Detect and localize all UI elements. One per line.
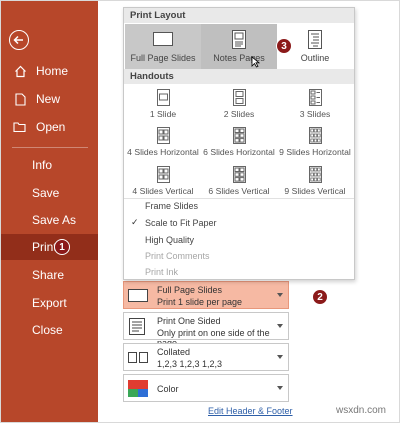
- chevron-down-icon: [277, 355, 283, 359]
- sidebar-item-open[interactable]: Open: [0, 114, 98, 140]
- handout-6-slides-vertical[interactable]: 6 Slides Vertical: [201, 165, 277, 199]
- full-page-slide-icon: [127, 286, 149, 305]
- new-document-icon: [13, 92, 27, 106]
- handout-4-slides-vertical[interactable]: 4 Slides Vertical: [125, 165, 201, 199]
- sidebar-item-label: Home: [36, 64, 69, 78]
- handout-label: 1 Slide: [149, 109, 177, 119]
- four-slides-vertical-icon: [156, 165, 170, 183]
- sidebar-item-label: Open: [36, 120, 66, 134]
- collation-select[interactable]: Collated 1,2,3 1,2,3 1,2,3: [123, 343, 289, 371]
- backstage-sidebar: Home New Open Info Save Save As Print Sh…: [0, 0, 98, 423]
- select-value: Collated: [157, 347, 191, 357]
- sidebar-item-label: Save As: [32, 213, 77, 227]
- sidebar-item-print[interactable]: Print: [0, 234, 98, 260]
- mouse-cursor-icon: [251, 56, 260, 68]
- handout-label: 6 Slides Vertical: [208, 186, 270, 196]
- select-value: Color: [157, 384, 179, 394]
- option-frame-slides[interactable]: Frame Slides: [145, 201, 198, 211]
- select-description: Print 1 slide per page: [157, 297, 243, 307]
- six-slides-vertical-icon: [232, 165, 246, 183]
- chevron-down-icon: [277, 293, 283, 297]
- handout-label: 4 Slides Horizontal: [127, 147, 199, 157]
- handout-2-slides[interactable]: 2 Slides: [201, 88, 277, 122]
- sidebar-item-label: New: [36, 92, 61, 106]
- layout-option-label: Outline: [300, 53, 330, 63]
- layout-notes-pages[interactable]: Notes Pages: [201, 24, 277, 70]
- handout-1-slide[interactable]: 1 Slide: [125, 88, 201, 122]
- three-slides-icon: [308, 88, 322, 106]
- sidebar-item-save-as[interactable]: Save As: [0, 207, 98, 233]
- check-icon: ✓: [131, 217, 139, 227]
- notes-pages-icon: [232, 29, 246, 49]
- sidebar-item-share[interactable]: Share: [0, 262, 98, 288]
- outline-icon: [308, 29, 322, 49]
- full-page-slide-icon: [153, 29, 173, 49]
- color-select[interactable]: Color: [123, 374, 289, 402]
- handouts-header: Handouts: [124, 69, 354, 84]
- chevron-down-icon: [277, 324, 283, 328]
- sidebar-item-label: Info: [32, 158, 53, 172]
- handout-label: 9 Slides Horizontal: [279, 147, 351, 157]
- handout-label: 6 Slides Horizontal: [203, 147, 275, 157]
- back-arrow-icon: [13, 35, 23, 45]
- handout-9-slides-vertical[interactable]: 9 Slides Vertical: [277, 165, 353, 199]
- back-button[interactable]: [9, 30, 29, 50]
- edit-header-footer-link[interactable]: Edit Header & Footer: [208, 406, 293, 416]
- sidebar-item-home[interactable]: Home: [0, 58, 98, 84]
- handout-label: 4 Slides Vertical: [132, 186, 194, 196]
- two-slides-icon: [232, 88, 246, 106]
- sidebar-item-info[interactable]: Info: [0, 152, 98, 178]
- callout-badge: 1: [54, 239, 70, 255]
- print-layout-header: Print Layout: [124, 8, 354, 23]
- select-description: 1,2,3 1,2,3 1,2,3: [157, 359, 223, 369]
- nine-slides-horizontal-icon: [308, 126, 322, 144]
- color-swatch-icon: [127, 379, 149, 398]
- four-slides-horizontal-icon: [156, 126, 170, 144]
- collated-icon: [127, 348, 149, 367]
- print-layout-dropdown: Print Layout Full Page Slides Notes Page…: [123, 7, 355, 280]
- sidebar-item-label: Close: [32, 323, 63, 337]
- layout-option-label: Full Page Slides: [130, 53, 196, 63]
- sidebar-item-label: Share: [32, 268, 65, 282]
- one-sided-page-icon: [127, 317, 149, 336]
- handout-label: 9 Slides Vertical: [284, 186, 346, 196]
- handout-label: 3 Slides: [299, 109, 331, 119]
- sidebar-item-save[interactable]: Save: [0, 180, 98, 206]
- sidebar-item-label: Export: [32, 296, 67, 310]
- handout-3-slides[interactable]: 3 Slides: [277, 88, 353, 122]
- nine-slides-vertical-icon: [308, 165, 322, 183]
- layout-full-page-slides[interactable]: Full Page Slides: [125, 24, 201, 70]
- callout-badge: 3: [276, 38, 292, 54]
- select-value: Print One Sided: [157, 316, 221, 326]
- option-high-quality[interactable]: High Quality: [145, 235, 194, 245]
- print-sides-select[interactable]: Print One Sided Only print on one side o…: [123, 312, 289, 348]
- sidebar-item-label: Print: [32, 240, 57, 254]
- sidebar-separator: [12, 147, 88, 148]
- folder-open-icon: [13, 120, 27, 134]
- sidebar-item-export[interactable]: Export: [0, 290, 98, 316]
- one-slide-icon: [156, 88, 170, 106]
- chevron-down-icon: [277, 386, 283, 390]
- slides-layout-select[interactable]: Full Page Slides Print 1 slide per page: [123, 281, 289, 309]
- handout-9-slides-horizontal[interactable]: 9 Slides Horizontal: [277, 126, 353, 160]
- handout-4-slides-horizontal[interactable]: 4 Slides Horizontal: [125, 126, 201, 160]
- six-slides-horizontal-icon: [232, 126, 246, 144]
- callout-badge: 2: [312, 289, 328, 305]
- options-separator: [124, 198, 354, 199]
- sidebar-item-label: Save: [32, 186, 60, 200]
- handout-6-slides-horizontal[interactable]: 6 Slides Horizontal: [201, 126, 277, 160]
- option-scale-to-fit-paper[interactable]: Scale to Fit Paper: [145, 218, 217, 228]
- home-icon: [13, 64, 27, 78]
- sidebar-item-close[interactable]: Close: [0, 317, 98, 343]
- watermark: wsxdn.com: [335, 405, 386, 416]
- sidebar-item-new[interactable]: New: [0, 86, 98, 112]
- option-print-comments: Print Comments: [145, 251, 210, 261]
- handout-label: 2 Slides: [223, 109, 255, 119]
- option-print-ink: Print Ink: [145, 267, 179, 277]
- select-value: Full Page Slides: [157, 285, 223, 295]
